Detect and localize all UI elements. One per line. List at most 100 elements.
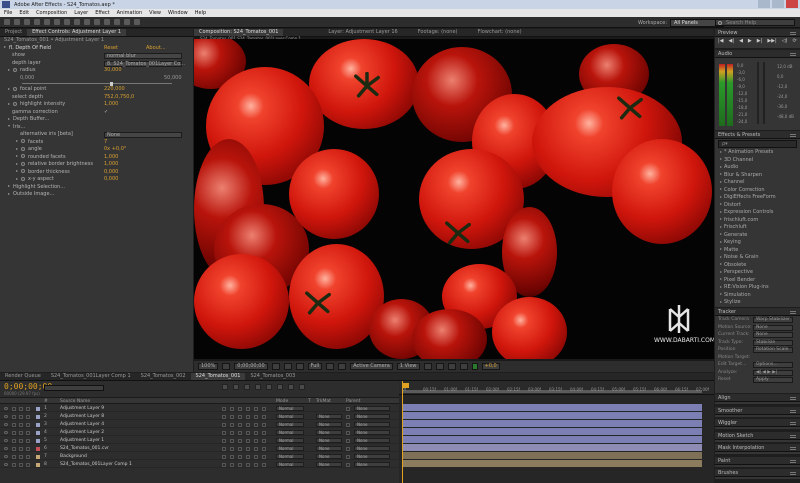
solo-toggle-icon[interactable] (19, 414, 23, 419)
collapse-triangle-icon[interactable] (8, 125, 10, 127)
parent-dropdown[interactable]: None (354, 446, 390, 451)
layer-row[interactable]: 8 S24_Tomatos_001Layer Comp 1 Normal None No… (0, 461, 399, 468)
solo-toggle-icon[interactable] (19, 446, 23, 451)
layer-switch-icon[interactable] (246, 454, 250, 459)
expand-triangle-icon[interactable] (8, 102, 10, 105)
tab-project[interactable]: Project (0, 29, 27, 36)
last-frame-button[interactable]: ▶▶| (767, 38, 776, 44)
volume-slider-track[interactable] (757, 62, 759, 124)
lock-toggle-icon[interactable] (26, 422, 30, 427)
tracker-label[interactable]: Motion Source: (718, 325, 752, 330)
effect-category-item[interactable]: Perspective (715, 269, 800, 277)
audio-button[interactable]: ◁) (782, 38, 788, 44)
flowchart-icon[interactable] (459, 363, 468, 370)
panel-header[interactable]: Paint (715, 456, 800, 465)
layer-switch-icon[interactable] (222, 430, 226, 435)
tracker-control[interactable]: Stabilize (753, 339, 793, 346)
effect-category-item[interactable]: Color Correction (715, 187, 800, 195)
mode-dropdown[interactable]: Normal (276, 414, 304, 419)
slider-track[interactable] (22, 83, 172, 84)
lock-toggle-icon[interactable] (26, 430, 30, 435)
layer-switch-icon[interactable] (262, 446, 266, 451)
expand-triangle-icon[interactable] (8, 192, 10, 195)
toggle-pixel-aspect-icon[interactable] (423, 363, 432, 370)
parent-pickwhip-icon[interactable] (346, 438, 350, 443)
graph-editor-icon[interactable] (299, 384, 305, 390)
stopwatch-icon[interactable] (21, 169, 25, 173)
solo-toggle-icon[interactable] (19, 438, 23, 443)
eye-visibility-icon[interactable] (4, 455, 8, 458)
layer-switch-icon[interactable] (230, 430, 234, 435)
stopwatch-icon[interactable] (13, 67, 17, 72)
layer-duration-bar[interactable] (402, 428, 702, 435)
audio-toggle-icon[interactable] (12, 438, 16, 443)
eraser-tool-icon[interactable] (114, 19, 120, 25)
effect-category-item[interactable]: Matte (715, 247, 800, 255)
group-iris[interactable]: Iris... (0, 124, 193, 132)
layer-name[interactable]: Adjustment Layer 4 (60, 422, 104, 427)
parent-pickwhip-icon[interactable] (346, 414, 350, 419)
volume-slider-track[interactable] (763, 62, 765, 124)
label-color-swatch[interactable] (36, 430, 40, 435)
panel-motion-sketch[interactable]: Motion Sketch (715, 431, 800, 442)
audio-toggle-icon[interactable] (12, 414, 16, 419)
effect-category-item[interactable]: Expression Controls (715, 209, 800, 217)
timeline-icon[interactable] (447, 363, 456, 370)
layer-switch-icon[interactable] (222, 414, 226, 419)
menu-file[interactable]: File (4, 10, 12, 16)
label-color-swatch[interactable] (36, 462, 40, 467)
layer-switch-icon[interactable] (262, 430, 266, 435)
audio-toggle-icon[interactable] (12, 446, 16, 451)
minimize-button[interactable] (758, 0, 770, 8)
trkmat-dropdown[interactable]: None (316, 422, 342, 427)
tracker-control[interactable]: None (753, 324, 793, 331)
about-link[interactable]: About... (146, 45, 166, 53)
expand-triangle-icon[interactable] (720, 285, 722, 288)
expand-triangle-icon[interactable] (16, 140, 18, 142)
rounded-facets-value[interactable]: 1,000 (104, 154, 118, 162)
effect-category-item[interactable]: frischluft.com (715, 217, 800, 225)
exposure-value[interactable]: +0,0 (481, 363, 500, 370)
zoom-tool-icon[interactable] (24, 19, 30, 25)
loop-button[interactable]: ⟳ (792, 38, 796, 44)
layer-duration-bar[interactable] (402, 460, 702, 467)
parent-dropdown[interactable]: None (354, 454, 390, 459)
camera-tool-icon[interactable] (44, 19, 50, 25)
effect-category-item[interactable]: Pixel Bender (715, 277, 800, 285)
layer-name[interactable]: Adjustment Layer 1 (60, 438, 104, 443)
stopwatch-icon[interactable] (21, 176, 25, 181)
parent-dropdown[interactable]: None (354, 422, 390, 427)
roto-brush-tool-icon[interactable] (124, 19, 130, 25)
layer-switch-icon[interactable] (254, 446, 258, 451)
expand-triangle-icon[interactable] (720, 173, 722, 175)
effects-search-input[interactable]: ρ▾ (718, 140, 797, 148)
expand-triangle-icon[interactable] (720, 188, 722, 190)
layer-switch-icon[interactable] (238, 454, 242, 459)
mode-dropdown[interactable]: Normal (276, 438, 304, 443)
stopwatch-icon[interactable] (13, 101, 17, 106)
layer-switch-icon[interactable] (246, 422, 250, 427)
expand-triangle-icon[interactable] (720, 158, 722, 160)
lock-toggle-icon[interactable] (26, 454, 30, 459)
parent-dropdown[interactable]: None (354, 438, 390, 443)
expand-triangle-icon[interactable] (4, 46, 6, 48)
lock-toggle-icon[interactable] (26, 446, 30, 451)
parent-pickwhip-icon[interactable] (346, 406, 350, 411)
layer-switch-icon[interactable] (238, 462, 242, 467)
select-depth-value[interactable]: 752,0,750,0 (104, 94, 134, 102)
effect-category-item[interactable]: Keying (715, 239, 800, 247)
mode-dropdown[interactable]: Normal (276, 406, 304, 411)
layer-switch-icon[interactable] (246, 462, 250, 467)
layer-duration-bar[interactable] (402, 452, 702, 459)
tracker-label[interactable]: Track Type: (718, 340, 743, 345)
tracker-label[interactable]: Track Camera (718, 317, 749, 322)
camera-dropdown[interactable]: Active Camera (350, 363, 393, 370)
expand-triangle-icon[interactable] (720, 225, 722, 228)
parent-pickwhip-icon[interactable] (346, 446, 350, 451)
draft-3d-icon[interactable] (233, 384, 239, 390)
tracker-control[interactable]: Rotation Scale (753, 347, 793, 353)
layer-switch-icon[interactable] (246, 438, 250, 443)
tab-comp[interactable]: S24_Tomatos_003 (245, 373, 300, 380)
stopwatch-icon[interactable] (21, 146, 25, 151)
lock-toggle-icon[interactable] (26, 414, 30, 419)
